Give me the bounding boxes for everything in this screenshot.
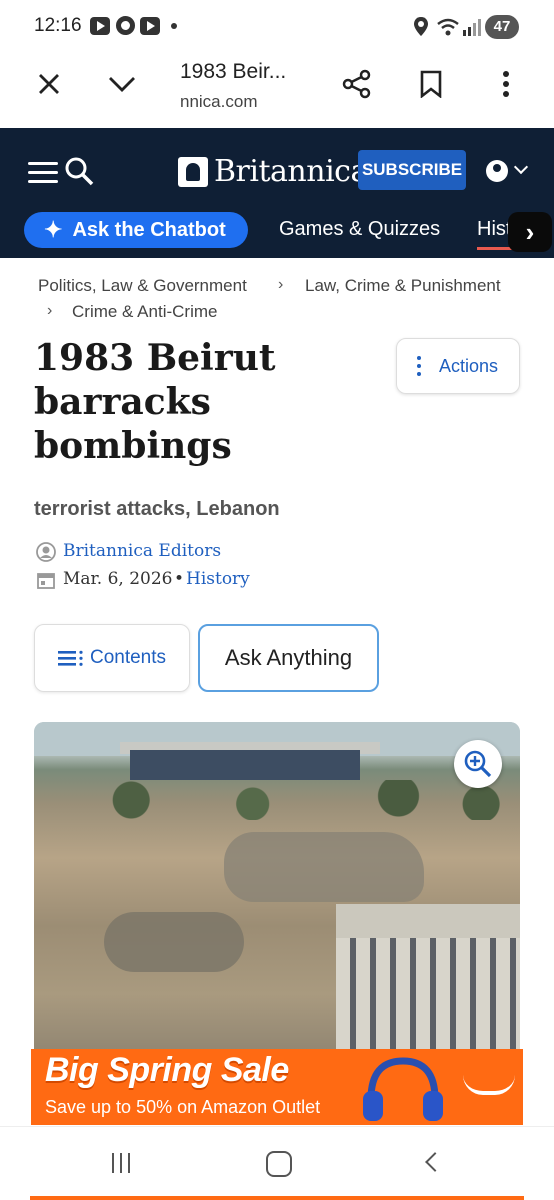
meta-bullet: • — [174, 569, 185, 589]
youtube-icon — [90, 17, 110, 35]
tab-title[interactable]: 1983 Beir... — [180, 60, 286, 84]
calendar-icon — [37, 573, 55, 589]
url-host[interactable]: nnica.com — [180, 92, 257, 112]
chrome-icon — [116, 16, 135, 35]
ad-subline: Save up to 50% on Amazon Outlet — [45, 1097, 321, 1117]
list-icon — [57, 650, 83, 666]
breadcrumb-item[interactable]: Politics, Law & Government — [38, 276, 247, 296]
actions-label: Actions — [439, 355, 499, 376]
actions-button[interactable]: Actions — [396, 338, 520, 394]
more-vert-icon — [417, 356, 421, 376]
contents-label: Contents — [89, 647, 167, 668]
article-image[interactable] — [34, 722, 520, 1062]
ad-edge-strip — [30, 1196, 524, 1200]
logo-text: Britannica — [214, 154, 368, 189]
breadcrumb-item[interactable]: Crime & Anti-Crime — [72, 302, 217, 322]
article-subtitle: terrorist attacks, Lebanon — [34, 498, 280, 520]
thistle-logo-icon — [178, 156, 208, 187]
close-icon[interactable] — [27, 62, 71, 106]
page-title: 1983 Beirut barracks bombings — [34, 336, 334, 468]
nav-history[interactable]: History — [477, 218, 508, 241]
ask-anything-button[interactable]: Ask Anything — [198, 624, 379, 692]
user-icon — [36, 542, 56, 562]
chatbot-label: Ask the Chatbot — [72, 218, 226, 241]
ad-banner[interactable]: Big Spring Sale Save up to 50% on Amazon… — [31, 1049, 523, 1125]
more-vert-icon[interactable] — [484, 62, 528, 106]
recents-icon[interactable] — [112, 1153, 130, 1173]
nav-games-quizzes[interactable]: Games & Quizzes — [279, 218, 440, 241]
search-icon[interactable] — [64, 156, 94, 186]
title-line: barracks — [34, 381, 211, 423]
chevron-down-icon[interactable] — [100, 62, 144, 106]
chevron-right-icon: › — [278, 276, 284, 293]
browser-toolbar: 1983 Beir... nnica.com — [0, 56, 554, 128]
bookmark-icon[interactable] — [409, 62, 453, 106]
back-icon[interactable] — [425, 1152, 445, 1172]
title-line: bombings — [34, 425, 232, 467]
category-link[interactable]: History — [186, 569, 250, 589]
sparkle-icon: ✦ — [44, 217, 63, 242]
amazon-logo-icon — [463, 1075, 515, 1095]
title-line: 1983 Beirut — [34, 337, 276, 379]
headphones-icon — [363, 1057, 443, 1121]
chevron-right-icon[interactable]: › — [508, 212, 552, 252]
account-icon[interactable] — [486, 160, 508, 182]
ad-headline: Big Spring Sale — [45, 1051, 289, 1089]
chevron-right-icon: › — [47, 302, 53, 319]
zoom-in-icon[interactable] — [454, 740, 502, 788]
site-header: Britannica SUBSCRIBE ✦ Ask the Chatbot G… — [0, 128, 554, 258]
breadcrumb-item[interactable]: Law, Crime & Punishment — [305, 276, 501, 296]
menu-icon[interactable] — [28, 162, 58, 184]
chevron-down-icon[interactable] — [513, 159, 529, 175]
ask-chatbot-button[interactable]: ✦ Ask the Chatbot — [24, 212, 248, 248]
signal-icon — [463, 19, 481, 36]
system-nav-bar — [0, 1126, 554, 1200]
dot-icon — [171, 23, 177, 29]
status-time: 12:16 — [34, 15, 82, 36]
britannica-logo[interactable]: Britannica — [178, 154, 368, 189]
youtube-icon — [140, 17, 160, 35]
author-link[interactable]: Britannica Editors — [63, 541, 221, 561]
battery-icon: 47 — [485, 15, 519, 39]
share-icon[interactable] — [335, 62, 379, 106]
location-icon — [414, 17, 428, 36]
subscribe-button[interactable]: SUBSCRIBE — [358, 150, 466, 190]
status-bar: 12:16 47 — [0, 0, 554, 56]
wifi-icon — [437, 18, 459, 36]
home-icon[interactable] — [266, 1151, 292, 1177]
contents-button[interactable]: Contents — [34, 624, 190, 692]
publish-date: Mar. 6, 2026 — [63, 569, 173, 589]
